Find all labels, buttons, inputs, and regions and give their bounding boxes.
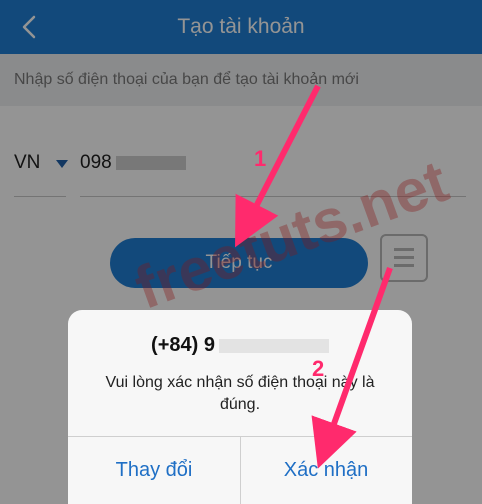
annotation-arrows	[235, 84, 393, 469]
arrow-2	[311, 266, 393, 469]
step-2-label: 2	[312, 356, 325, 381]
step-1-label: 1	[254, 146, 267, 171]
